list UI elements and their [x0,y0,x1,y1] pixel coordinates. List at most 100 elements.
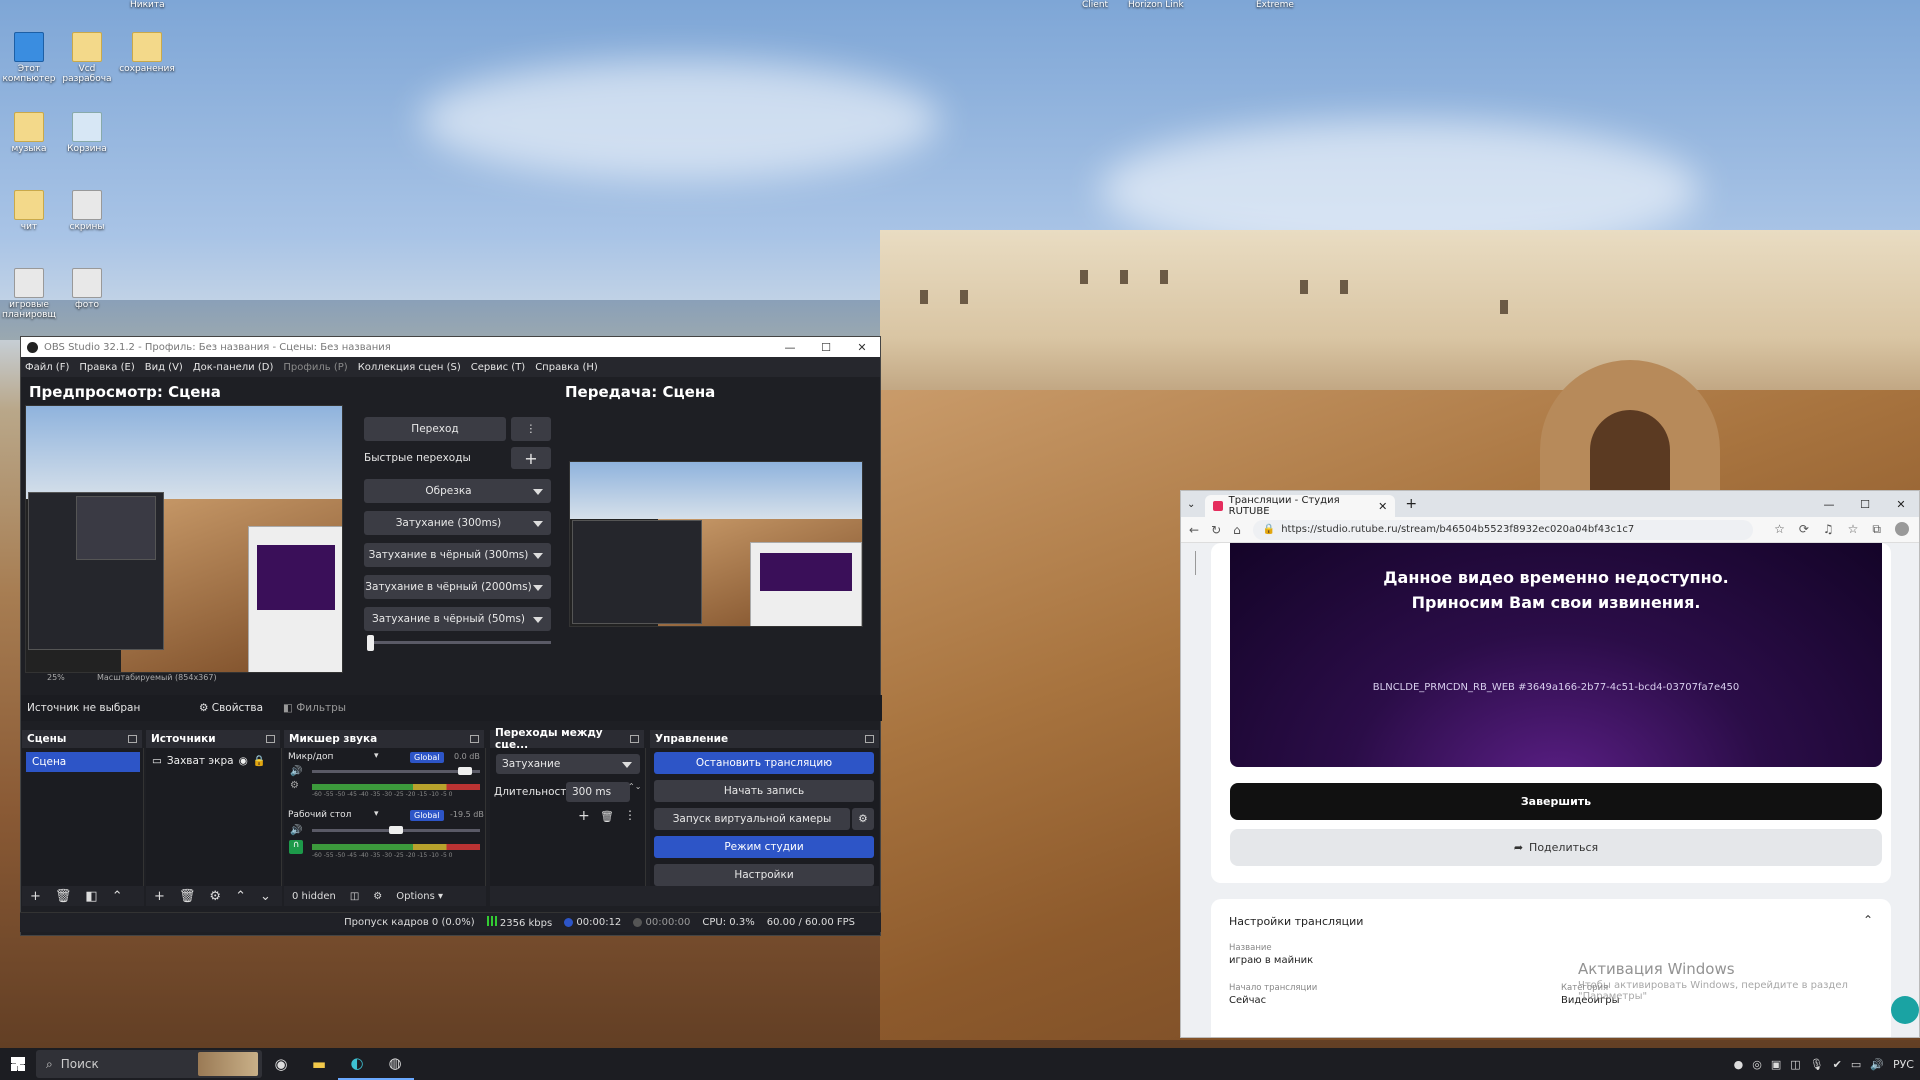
menu-tools[interactable]: Сервис (T) [471,362,525,373]
chevron-up-icon[interactable]: ⌃ [112,889,123,904]
stepper-icon[interactable]: ⌃⌄ [628,782,641,791]
new-tab-button[interactable]: + [1405,496,1417,512]
menu-docks[interactable]: Док-панели (D) [193,362,274,373]
desktop-icon-this-pc[interactable]: Этот компьютер [0,32,58,84]
minimize-button[interactable]: — [772,341,808,354]
preview-zoom[interactable]: 25% [47,673,65,682]
eye-icon[interactable]: ◉ [239,755,248,767]
tray-app-icon[interactable]: ◎ [1752,1058,1762,1071]
video-player[interactable]: Данное видео временно недоступно. Принос… [1230,543,1882,767]
url-field[interactable]: 🔒 https://studio.rutube.ru/stream/b46504… [1252,519,1753,540]
taskbar-steam[interactable]: ◉ [262,1048,300,1080]
quick-transition-item[interactable]: Затухание в чёрный (2000ms) [364,575,551,599]
tab-list-chevron-icon[interactable]: ⌄ [1187,499,1195,510]
tray-app-icon[interactable]: ◫ [1790,1058,1800,1071]
studio-mode-button[interactable]: Режим студии [654,836,874,858]
undock-icon[interactable] [470,735,479,743]
virtual-camera-settings-button[interactable]: ⚙ [852,808,874,830]
undock-icon[interactable] [128,735,137,743]
gear-icon[interactable]: ⚙ [209,889,221,904]
transition-slider-handle[interactable] [367,635,374,651]
preview-scale[interactable]: Масштабируемый (854x367) [97,673,217,682]
speaker-icon[interactable]: 🔊 [290,825,302,836]
minimize-button[interactable]: — [1811,498,1847,511]
close-button[interactable]: ✕ [1883,498,1919,511]
obs-title-bar[interactable]: OBS Studio 32.1.2 - Профиль: Без названи… [21,337,880,357]
share-button[interactable]: ➦ Поделиться [1230,829,1882,866]
microphone-icon[interactable]: 🎙 [1810,1058,1824,1071]
taskbar-search[interactable]: ⌕ Поиск [36,1050,262,1078]
filter-icon[interactable]: ◧ [85,889,97,904]
plus-icon[interactable]: + [578,808,590,824]
music-icon[interactable]: ♫ [1823,522,1834,537]
collections-icon[interactable]: ⧉ [1872,522,1881,537]
start-button[interactable] [0,1048,36,1080]
taskbar-explorer[interactable]: ▬ [300,1048,338,1080]
filters-button[interactable]: ◧ Фильтры [283,702,346,714]
desktop-icon-file[interactable]: скрины [58,190,116,232]
start-recording-button[interactable]: Начать запись [654,780,874,802]
close-button[interactable]: ✕ [844,341,880,354]
virtual-camera-button[interactable]: Запуск виртуальной камеры [654,808,850,830]
menu-view[interactable]: Вид (V) [145,362,183,373]
preview-canvas[interactable] [25,405,343,673]
desktop-icon-folder[interactable]: музыка [0,112,58,154]
duration-input[interactable]: 300 ms [566,782,630,802]
home-icon[interactable]: ⌂ [1233,523,1241,537]
menu-help[interactable]: Справка (H) [535,362,598,373]
finish-stream-button[interactable]: Завершить [1230,783,1882,820]
maximize-button[interactable]: ☐ [808,341,844,354]
chevron-up-icon[interactable]: ⌃ [235,889,246,904]
menu-edit[interactable]: Правка (E) [79,362,134,373]
menu-scene-collection[interactable]: Коллекция сцен (S) [358,362,461,373]
options-button[interactable]: Options ▾ [396,891,443,902]
settings-button[interactable]: Настройки [654,864,874,886]
quick-transition-item[interactable]: Затухание в чёрный (300ms) [364,543,551,567]
source-item[interactable]: ▭ Захват экра ◉ 🔒 [152,754,266,768]
chevron-down-icon[interactable]: ⌄ [260,889,271,904]
speaker-icon[interactable]: 🔊 [290,766,302,777]
transition-select[interactable]: Затухание [496,754,640,774]
transition-slider[interactable] [367,641,551,644]
lock-icon[interactable]: 🔒 [253,754,266,767]
scene-item[interactable]: Сцена [26,752,140,772]
headphones-icon[interactable]: ∩ [289,840,303,854]
reload-icon[interactable]: ↻ [1211,523,1221,537]
chevron-down-icon[interactable]: ▾ [374,809,379,819]
taskbar-edge[interactable]: ◐ [338,1048,376,1080]
layout-icon[interactable]: ◫ [350,891,359,902]
tray-app-icon[interactable]: ✔ [1833,1058,1842,1071]
extensions-icon[interactable]: ⟳ [1799,522,1809,537]
close-tab-icon[interactable]: ✕ [1378,500,1387,513]
volume-icon[interactable]: 🔊 [1870,1058,1884,1071]
undock-icon[interactable] [865,735,874,743]
more-vertical-icon[interactable]: ⋮ [624,808,636,822]
favorites-icon[interactable]: ☆ [1848,522,1859,537]
menu-file[interactable]: Файл (F) [25,362,69,373]
trash-icon[interactable]: 🗑 [55,889,72,904]
desktop-icon-recycle-bin[interactable]: Корзина [58,112,116,154]
chevron-down-icon[interactable]: ▾ [374,751,379,761]
tray-app-icon[interactable]: ● [1734,1058,1744,1071]
volume-slider-handle[interactable] [389,826,403,834]
profile-avatar[interactable] [1895,522,1909,536]
desktop-icon-folder[interactable]: чит [0,190,58,232]
transition-button[interactable]: Переход [364,417,506,441]
plus-icon[interactable]: + [154,889,165,904]
add-quick-transition-button[interactable]: + [511,447,551,469]
tray-app-icon[interactable]: ▣ [1771,1058,1781,1071]
desktop-icon-file[interactable]: фото [58,268,116,310]
browser-tab[interactable]: Трансляции - Студия RUTUBE ✕ [1205,495,1396,517]
properties-button[interactable]: ⚙ Свойства [199,702,263,714]
chat-widget-button[interactable] [1891,996,1919,1024]
quick-transition-item[interactable]: Затухание в чёрный (50ms) [364,607,551,631]
mute-icon[interactable]: ⚙ [290,780,299,791]
stop-stream-button[interactable]: Остановить трансляцию [654,752,874,774]
desktop-icon-folder[interactable]: сохранения [118,32,176,74]
network-icon[interactable]: ▭ [1851,1058,1861,1071]
plus-icon[interactable]: + [30,889,41,904]
undock-icon[interactable] [266,735,275,743]
transition-menu-button[interactable]: ⋮ [511,417,551,441]
volume-slider[interactable] [312,770,480,773]
desktop-icon-folder[interactable]: Vcd разрабоча [58,32,116,84]
